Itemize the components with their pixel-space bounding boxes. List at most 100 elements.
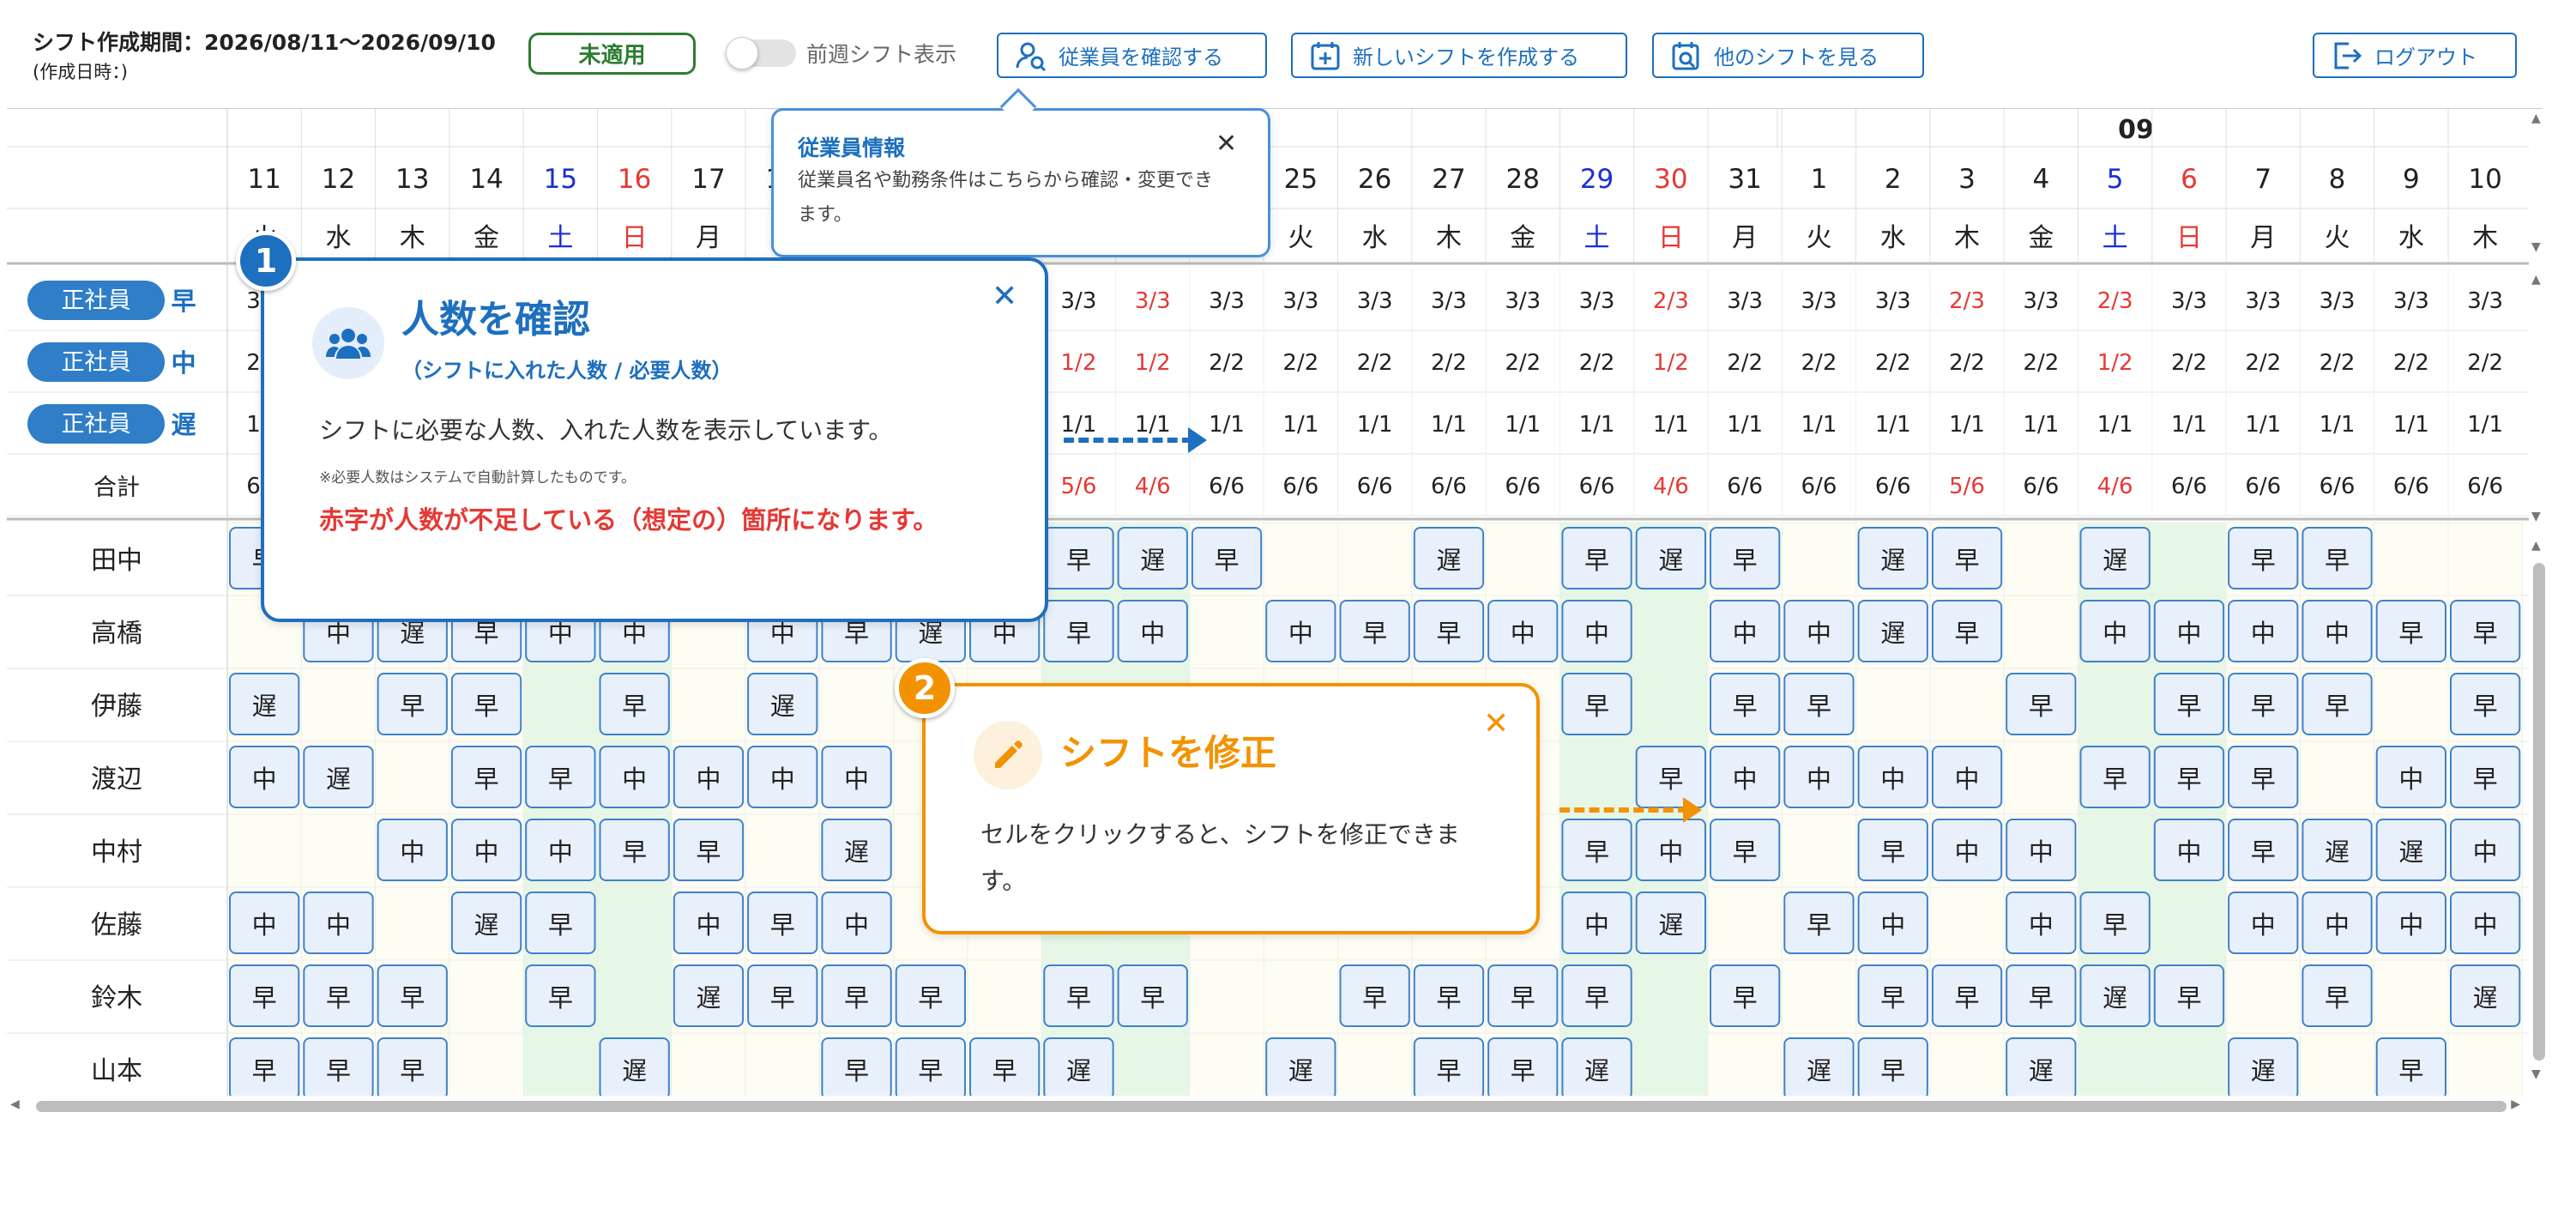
shift-chip-label[interactable]: 早 — [474, 692, 499, 721]
shift-cell[interactable] — [449, 1032, 524, 1107]
shift-chip-label[interactable]: 中 — [844, 765, 869, 794]
shift-chip-label[interactable]: 早 — [2176, 983, 2201, 1012]
shift-cell[interactable] — [1559, 740, 1635, 815]
shift-chip-label[interactable]: 早 — [474, 619, 499, 648]
shift-chip-label[interactable]: 早 — [1362, 619, 1387, 648]
shift-chip-label[interactable]: 早 — [844, 1056, 869, 1085]
shift-cell[interactable] — [1263, 959, 1338, 1034]
shift-chip-label[interactable]: 早 — [1955, 546, 1980, 575]
summary-scrollbar[interactable]: ▲ ▼ — [2531, 273, 2550, 530]
shift-chip-label[interactable]: 中 — [622, 619, 647, 648]
scroll-down-icon[interactable]: ▼ — [2531, 240, 2541, 254]
shift-chip-label[interactable]: 早 — [844, 619, 869, 648]
shift-chip-label[interactable]: 早 — [1955, 983, 1980, 1012]
shift-chip-label[interactable]: 早 — [2473, 692, 2498, 721]
shift-chip-label[interactable]: 早 — [2251, 692, 2276, 721]
shift-chip-label[interactable]: 早 — [1066, 983, 1091, 1012]
shift-chip-label[interactable]: 遅 — [1584, 1056, 1609, 1085]
shift-chip-label[interactable]: 中 — [474, 837, 499, 867]
shift-chip-label[interactable]: 早 — [770, 910, 795, 940]
shift-chip-label[interactable]: 早 — [1436, 619, 1461, 648]
shift-chip-label[interactable]: 早 — [622, 692, 647, 721]
shift-cell[interactable] — [1189, 595, 1264, 669]
shift-chip-label[interactable]: 早 — [2325, 546, 2350, 575]
shift-cell[interactable] — [2447, 1032, 2523, 1107]
shift-cell[interactable] — [671, 668, 746, 742]
shift-chip-label[interactable]: 早 — [548, 983, 573, 1012]
shift-chip-label[interactable]: 早 — [252, 1056, 277, 1085]
shift-cell[interactable] — [2003, 740, 2078, 815]
shift-chip-label[interactable]: 早 — [1880, 983, 1905, 1012]
shift-chip-label[interactable]: 早 — [1584, 546, 1609, 575]
shift-chip-label[interactable]: 中 — [252, 765, 277, 794]
shift-chip-label[interactable]: 中 — [1511, 619, 1535, 648]
shift-chip-label[interactable]: 遅 — [2102, 983, 2127, 1012]
shift-chip-label[interactable]: 中 — [770, 765, 795, 794]
shift-cell[interactable] — [522, 668, 599, 742]
shift-chip-label[interactable]: 中 — [2325, 619, 2350, 648]
shift-chip-label[interactable]: 遅 — [2251, 1056, 2276, 1085]
shift-cell[interactable] — [2078, 813, 2153, 888]
shift-cell[interactable] — [2078, 1032, 2153, 1107]
shift-chip-label[interactable]: 遅 — [2398, 837, 2423, 867]
shift-chip-label[interactable]: 早 — [770, 983, 795, 1012]
scrollbar-thumb[interactable] — [2533, 563, 2545, 1061]
shift-chip-label[interactable]: 中 — [2176, 837, 2201, 867]
shift-chip-label[interactable]: 中 — [2325, 910, 2350, 940]
shift-chip-label[interactable]: 中 — [770, 619, 795, 648]
shift-chip-label[interactable]: 遅 — [252, 692, 277, 721]
tip2-close-icon[interactable]: ✕ — [1483, 709, 1509, 740]
shift-cell[interactable] — [1337, 522, 1413, 596]
shift-chip-label[interactable]: 早 — [1511, 1056, 1535, 1085]
shift-chip-label[interactable]: 早 — [1511, 983, 1535, 1012]
shift-cell[interactable] — [2447, 522, 2523, 596]
shift-chip-label[interactable]: 中 — [622, 765, 647, 794]
shift-cell[interactable] — [1929, 668, 2005, 742]
shift-chip-label[interactable]: 中 — [1807, 765, 1831, 794]
shift-chip-label[interactable]: 早 — [1215, 546, 1240, 575]
shift-chip-label[interactable]: 早 — [1733, 983, 1758, 1012]
tip1-close-icon[interactable]: ✕ — [992, 281, 1017, 312]
shift-chip-label[interactable]: 中 — [1140, 619, 1165, 648]
shift-chip-label[interactable]: 早 — [548, 910, 573, 940]
shift-cell[interactable] — [2003, 595, 2078, 669]
shift-chip-label[interactable]: 早 — [400, 1056, 425, 1085]
shift-cell[interactable] — [1633, 595, 1709, 669]
shift-chip-label[interactable]: 遅 — [844, 837, 869, 867]
shift-cell[interactable] — [818, 668, 895, 742]
shift-chip-label[interactable]: 遅 — [622, 1056, 647, 1085]
shift-cell[interactable] — [1263, 522, 1338, 596]
shift-chip-label[interactable]: 早 — [1733, 546, 1758, 575]
scrollbar-thumb[interactable] — [36, 1101, 2507, 1112]
shift-chip-label[interactable]: 早 — [2251, 837, 2276, 867]
shift-chip-label[interactable]: 中 — [400, 837, 425, 867]
shift-chip-label[interactable]: 中 — [844, 910, 869, 940]
shift-cell[interactable] — [1707, 1032, 1783, 1107]
shift-cell[interactable] — [1633, 668, 1709, 742]
shift-chip-label[interactable]: 早 — [2398, 619, 2423, 648]
scroll-down-icon[interactable]: ▼ — [2531, 1067, 2541, 1081]
shift-chip-label[interactable]: 中 — [548, 837, 573, 867]
shift-cell[interactable] — [2151, 886, 2227, 961]
shift-chip-label[interactable]: 早 — [326, 983, 351, 1012]
shift-cell[interactable] — [375, 740, 450, 815]
shift-cell[interactable] — [967, 959, 1042, 1034]
shift-chip-label[interactable]: 早 — [2325, 692, 2350, 721]
shift-cell[interactable] — [597, 959, 673, 1034]
shift-chip-label[interactable]: 中 — [326, 619, 351, 648]
shift-cell[interactable] — [1633, 1032, 1709, 1107]
shift-cell[interactable] — [226, 813, 302, 888]
shift-chip-label[interactable]: 早 — [1584, 983, 1609, 1012]
shift-cell[interactable] — [2151, 1032, 2227, 1107]
shift-chip-label[interactable]: 遅 — [1880, 546, 1905, 575]
shift-cell[interactable] — [2299, 1032, 2375, 1107]
horizontal-scrollbar[interactable]: ◀ ▶ — [10, 1097, 2520, 1115]
shift-chip-label[interactable]: 遅 — [2102, 546, 2127, 575]
shift-chip-label[interactable]: 中 — [2473, 910, 2498, 940]
scroll-down-icon[interactable]: ▼ — [2531, 510, 2541, 523]
shift-chip-label[interactable]: 遅 — [1658, 910, 1683, 940]
shift-chip-label[interactable]: 中 — [1880, 910, 1905, 940]
shift-chip-label[interactable]: 遅 — [2473, 983, 2498, 1012]
shift-chip-label[interactable]: 中 — [696, 765, 721, 794]
shift-chip-label[interactable]: 早 — [918, 983, 943, 1012]
